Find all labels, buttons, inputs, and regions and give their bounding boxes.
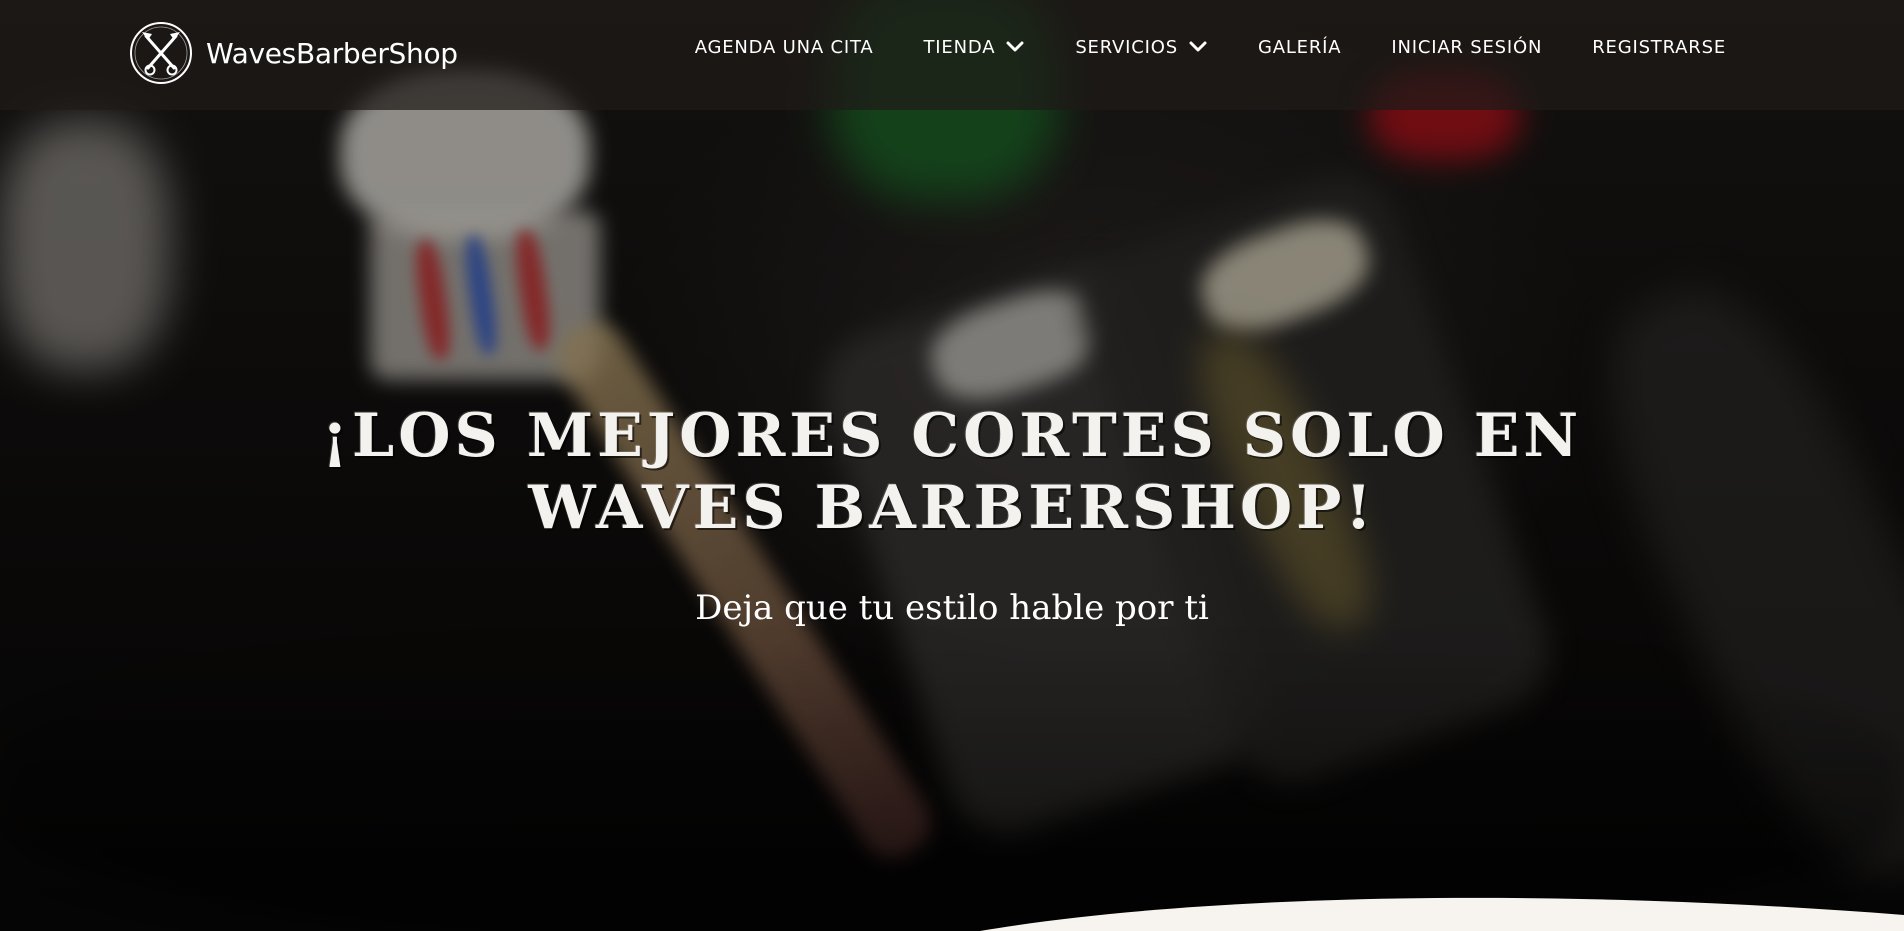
nav-label: REGISTRARSE — [1592, 36, 1726, 58]
nav-tienda-dropdown[interactable]: TIENDA — [924, 37, 1026, 58]
nav-label: GALERÍA — [1257, 36, 1342, 58]
nav-agenda-una-cita[interactable]: AGENDA UNA CITA — [695, 37, 874, 58]
crossed-razor-scissors-icon — [130, 22, 192, 84]
nav-galeria[interactable]: GALERÍA — [1258, 37, 1341, 58]
nav-servicios-dropdown[interactable]: SERVICIOS — [1075, 37, 1208, 58]
nav-registrarse[interactable]: REGISTRARSE — [1592, 37, 1726, 58]
section-wave-divider — [980, 897, 1904, 931]
hero-section: ¡Los mejores cortes solo en Waves Barber… — [0, 400, 1904, 628]
nav-iniciar-sesion[interactable]: INICIAR SESIÓN — [1391, 37, 1542, 58]
brand-link[interactable]: WavesBarberShop — [128, 20, 458, 86]
hero-subtitle: Deja que tu estilo hable por ti — [695, 588, 1209, 628]
site-header: WavesBarberShop AGENDA UNA CITA TIENDA S… — [0, 0, 1904, 110]
nav-label: INICIAR SESIÓN — [1391, 36, 1543, 58]
main-nav: AGENDA UNA CITA TIENDA SERVICIOS GALERÍA… — [695, 28, 1726, 66]
chevron-down-icon — [1006, 41, 1024, 52]
brand-name: WavesBarberShop — [206, 36, 458, 70]
chevron-down-icon — [1189, 41, 1207, 52]
hero-title: ¡Los mejores cortes solo en Waves Barber… — [321, 401, 1583, 543]
nav-label: SERVICIOS — [1075, 36, 1178, 58]
nav-label: AGENDA UNA CITA — [694, 36, 874, 58]
nav-label: TIENDA — [923, 36, 996, 58]
